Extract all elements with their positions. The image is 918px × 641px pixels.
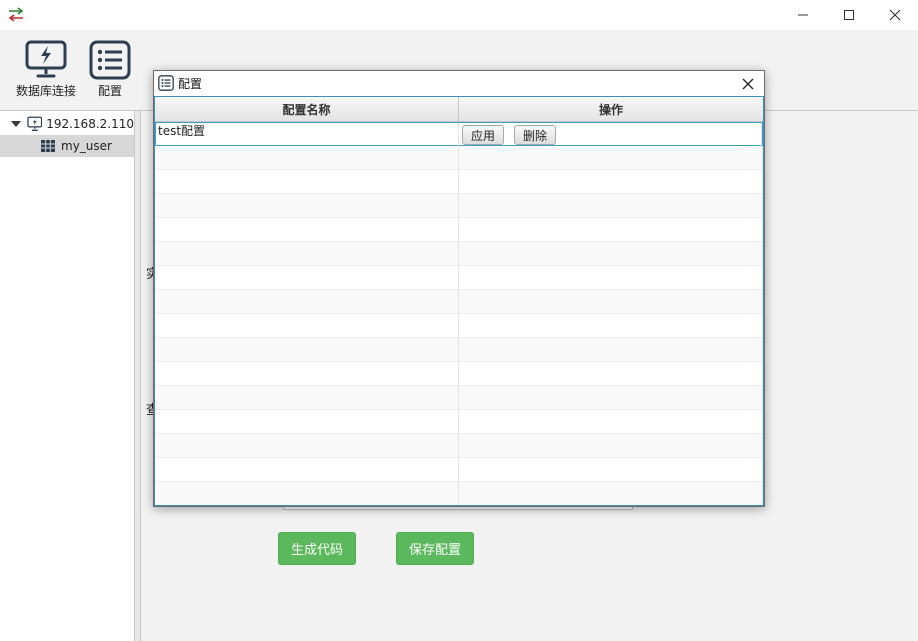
cell-actions [459,410,763,434]
cell-actions: 应用 删除 [459,123,762,147]
minimize-icon [798,14,808,16]
table-row-empty [155,314,763,338]
table-row[interactable]: test配置 应用 删除 [155,122,763,147]
cell-config-name [155,242,459,266]
table-grid-icon [41,140,55,152]
connection-tree: 192.168.2.110 my_user [0,111,135,641]
cell-config-name [155,482,459,505]
cell-actions [459,266,763,290]
cell-actions [459,458,763,482]
cell-actions [459,338,763,362]
minimize-button[interactable] [780,0,826,30]
cell-config-name [155,362,459,386]
cell-actions [459,434,763,458]
db-connect-button[interactable]: 数据库连接 [14,40,78,99]
dialog-title: 配置 [178,77,203,91]
transfer-arrows-icon [8,7,24,23]
table-row-empty [155,410,763,434]
table-row-empty [155,170,763,194]
cell-actions [459,290,763,314]
cell-config-name [155,194,459,218]
table-label: my_user [61,139,112,153]
list-icon [89,40,131,80]
cell-actions [459,386,763,410]
tree-item-host[interactable]: 192.168.2.110 [0,113,134,135]
table-row-empty [155,266,763,290]
cell-actions [459,170,763,194]
table-row-empty [155,146,763,170]
cell-config-name [155,290,459,314]
column-header-actions[interactable]: 操作 [459,97,763,121]
dialog-titlebar: 配置 [154,71,764,96]
cell-config-name [155,314,459,338]
close-icon [889,9,901,21]
cell-config-name [155,410,459,434]
table-row-empty [155,218,763,242]
cell-config-name [155,266,459,290]
cell-config-name: test配置 [156,123,459,147]
apply-button[interactable]: 应用 [462,125,505,145]
config-label: 配置 [97,84,122,98]
table-row-empty [155,482,763,505]
monitor-lightning-icon [26,116,42,131]
cell-config-name [155,170,459,194]
window-titlebar [0,0,918,30]
cell-actions [459,146,763,170]
cell-actions [459,218,763,242]
table-row-empty [155,338,763,362]
expand-triangle-icon[interactable] [10,118,22,130]
save-config-button[interactable]: 保存配置 [396,532,474,565]
column-header-config-name[interactable]: 配置名称 [155,97,459,121]
splitter[interactable] [135,111,141,641]
cell-actions [459,314,763,338]
table-row-empty [155,386,763,410]
cell-config-name [155,338,459,362]
cell-actions [459,194,763,218]
cell-config-name [155,386,459,410]
dialog-close-button[interactable] [738,74,758,94]
table-row-empty [155,194,763,218]
delete-button[interactable]: 删除 [514,125,557,145]
table-header: 配置名称 操作 [155,97,763,122]
config-button[interactable]: 配置 [88,40,132,99]
cell-config-name [155,218,459,242]
config-dialog: 配置 配置名称 操作 test配置 应用 删除 [153,70,765,507]
cell-config-name [155,458,459,482]
maximize-button[interactable] [826,0,872,30]
generate-code-button[interactable]: 生成代码 [278,532,356,565]
db-connect-label: 数据库连接 [15,84,76,98]
table-row-empty [155,458,763,482]
cell-actions [459,482,763,505]
close-window-button[interactable] [872,0,918,30]
cell-actions [459,362,763,386]
table-row-empty [155,290,763,314]
monitor-lightning-icon [25,40,67,78]
cell-config-name [155,146,459,170]
list-icon [158,75,174,91]
table-row-empty [155,362,763,386]
cell-config-name [155,434,459,458]
cell-actions [459,242,763,266]
tree-item-table[interactable]: my_user [0,135,134,157]
table-row-empty [155,242,763,266]
host-label: 192.168.2.110 [46,117,134,131]
close-icon [742,78,754,90]
table-row-empty [155,434,763,458]
maximize-icon [844,10,854,20]
config-table: 配置名称 操作 test配置 应用 删除 [154,96,764,506]
